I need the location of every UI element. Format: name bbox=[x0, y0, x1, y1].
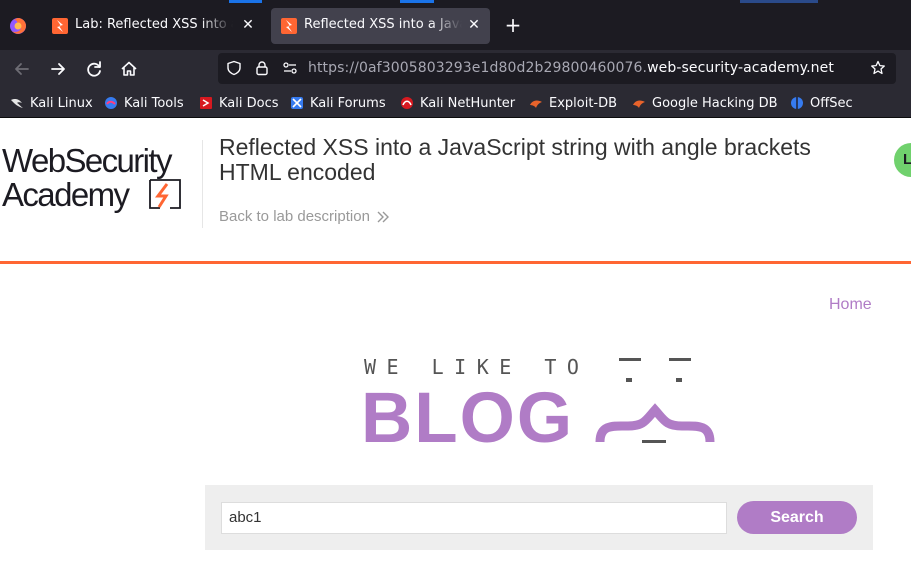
close-tab-icon[interactable]: ✕ bbox=[240, 17, 256, 33]
portswigger-favicon-icon bbox=[52, 18, 68, 34]
kali-docs-icon bbox=[200, 97, 212, 109]
ghdb-icon bbox=[633, 100, 645, 108]
back-arrow-icon[interactable] bbox=[11, 58, 33, 80]
blog-wordmark: BLOG bbox=[361, 379, 574, 450]
lab-status-badge: L bbox=[894, 143, 911, 177]
kali-dragon-icon bbox=[11, 99, 23, 108]
bookmark-kali-docs[interactable]: Kali Docs bbox=[199, 94, 279, 112]
we-like-to-blog-logo: WE LIKE TO BLOG bbox=[361, 355, 715, 450]
url-prefix: https://0af3005803293e1d80d2b29800460076… bbox=[308, 60, 648, 76]
bookmark-label: Exploit-DB bbox=[549, 95, 618, 111]
bookmark-label: OffSec bbox=[810, 95, 853, 111]
web-security-academy-logo[interactable]: WebSecurity Academy bbox=[2, 142, 202, 216]
lab-header: WebSecurity Academy Reflected XSS into a… bbox=[0, 118, 911, 264]
nav-home-link[interactable]: Home bbox=[829, 296, 872, 314]
lock-icon[interactable] bbox=[254, 60, 270, 76]
navigation-toolbar: https://0af3005803293e1d80d2b29800460076… bbox=[0, 50, 911, 88]
double-chevron-right-icon bbox=[377, 211, 389, 223]
blog-face-icon bbox=[595, 358, 715, 443]
search-button[interactable]: Search bbox=[737, 501, 857, 534]
bookmark-google-hacking-db[interactable]: Google Hacking DB bbox=[632, 94, 778, 112]
bookmark-label: Kali Linux bbox=[30, 95, 93, 111]
bookmark-kali-tools[interactable]: Kali Tools bbox=[104, 94, 184, 112]
lab-title: Reflected XSS into a JavaScript string w… bbox=[219, 134, 811, 185]
bookmark-label: Kali Forums bbox=[310, 95, 386, 111]
bookmark-star-icon[interactable] bbox=[870, 60, 886, 76]
back-to-lab-description-link[interactable]: Back to lab description bbox=[219, 208, 390, 225]
tab-lab-description[interactable]: Lab: Reflected XSS into a JavaScript str… bbox=[42, 8, 264, 44]
close-tab-icon[interactable]: ✕ bbox=[466, 17, 482, 33]
tab-title: Lab: Reflected XSS into a JavaScript str… bbox=[75, 17, 233, 32]
logo-line2: Academy bbox=[2, 176, 130, 213]
forward-arrow-icon[interactable] bbox=[47, 58, 69, 80]
blog-tagline: WE LIKE TO bbox=[364, 355, 589, 379]
firefox-menu-icon[interactable] bbox=[8, 16, 28, 36]
url-domain: web-security-academy.net bbox=[647, 60, 834, 76]
offsec-icon bbox=[791, 97, 803, 109]
bookmark-kali-linux[interactable]: Kali Linux bbox=[10, 94, 93, 112]
tracking-shield-icon[interactable] bbox=[226, 60, 242, 76]
permissions-icon[interactable] bbox=[282, 60, 298, 76]
reload-icon[interactable] bbox=[83, 58, 105, 80]
back-link-label: Back to lab description bbox=[219, 208, 370, 225]
browser-tab-strip: Lab: Reflected XSS into a JavaScript str… bbox=[0, 0, 911, 50]
logo-line1: WebSecurity bbox=[2, 142, 173, 179]
header-divider bbox=[202, 140, 203, 228]
exploit-db-icon bbox=[530, 100, 542, 108]
search-input[interactable]: abc1 bbox=[221, 502, 727, 534]
new-tab-button[interactable]: + bbox=[502, 14, 524, 36]
address-bar[interactable]: https://0af3005803293e1d80d2b29800460076… bbox=[218, 53, 896, 84]
bookmark-label: Kali Tools bbox=[124, 95, 184, 111]
kali-tools-icon bbox=[105, 97, 117, 109]
search-section: abc1 Search bbox=[205, 485, 873, 550]
home-icon[interactable] bbox=[118, 58, 140, 80]
desktop-panel-glimpse bbox=[740, 0, 818, 3]
tab-title: Reflected XSS into a JavaScript string w… bbox=[304, 17, 462, 32]
bookmark-label: Kali Docs bbox=[219, 95, 279, 111]
bookmark-offsec[interactable]: OffSec bbox=[790, 94, 853, 112]
kali-forums-icon bbox=[291, 97, 303, 109]
nethunter-icon bbox=[401, 97, 413, 109]
desktop-panel-glimpse bbox=[229, 0, 262, 3]
url-text[interactable]: https://0af3005803293e1d80d2b29800460076… bbox=[308, 60, 834, 76]
bookmark-kali-nethunter[interactable]: Kali NetHunter bbox=[400, 94, 515, 112]
bookmarks-toolbar: Kali Linux Kali Tools Kali Docs Kali For… bbox=[0, 88, 911, 118]
bookmark-kali-forums[interactable]: Kali Forums bbox=[290, 94, 386, 112]
bookmark-label: Google Hacking DB bbox=[652, 95, 778, 111]
bookmark-label: Kali NetHunter bbox=[420, 95, 516, 111]
desktop-panel-glimpse bbox=[400, 0, 434, 3]
bookmark-exploit-db[interactable]: Exploit-DB bbox=[529, 94, 617, 112]
portswigger-favicon-icon bbox=[281, 18, 297, 34]
tab-lab-active[interactable]: Reflected XSS into a JavaScript string w… bbox=[271, 8, 490, 44]
